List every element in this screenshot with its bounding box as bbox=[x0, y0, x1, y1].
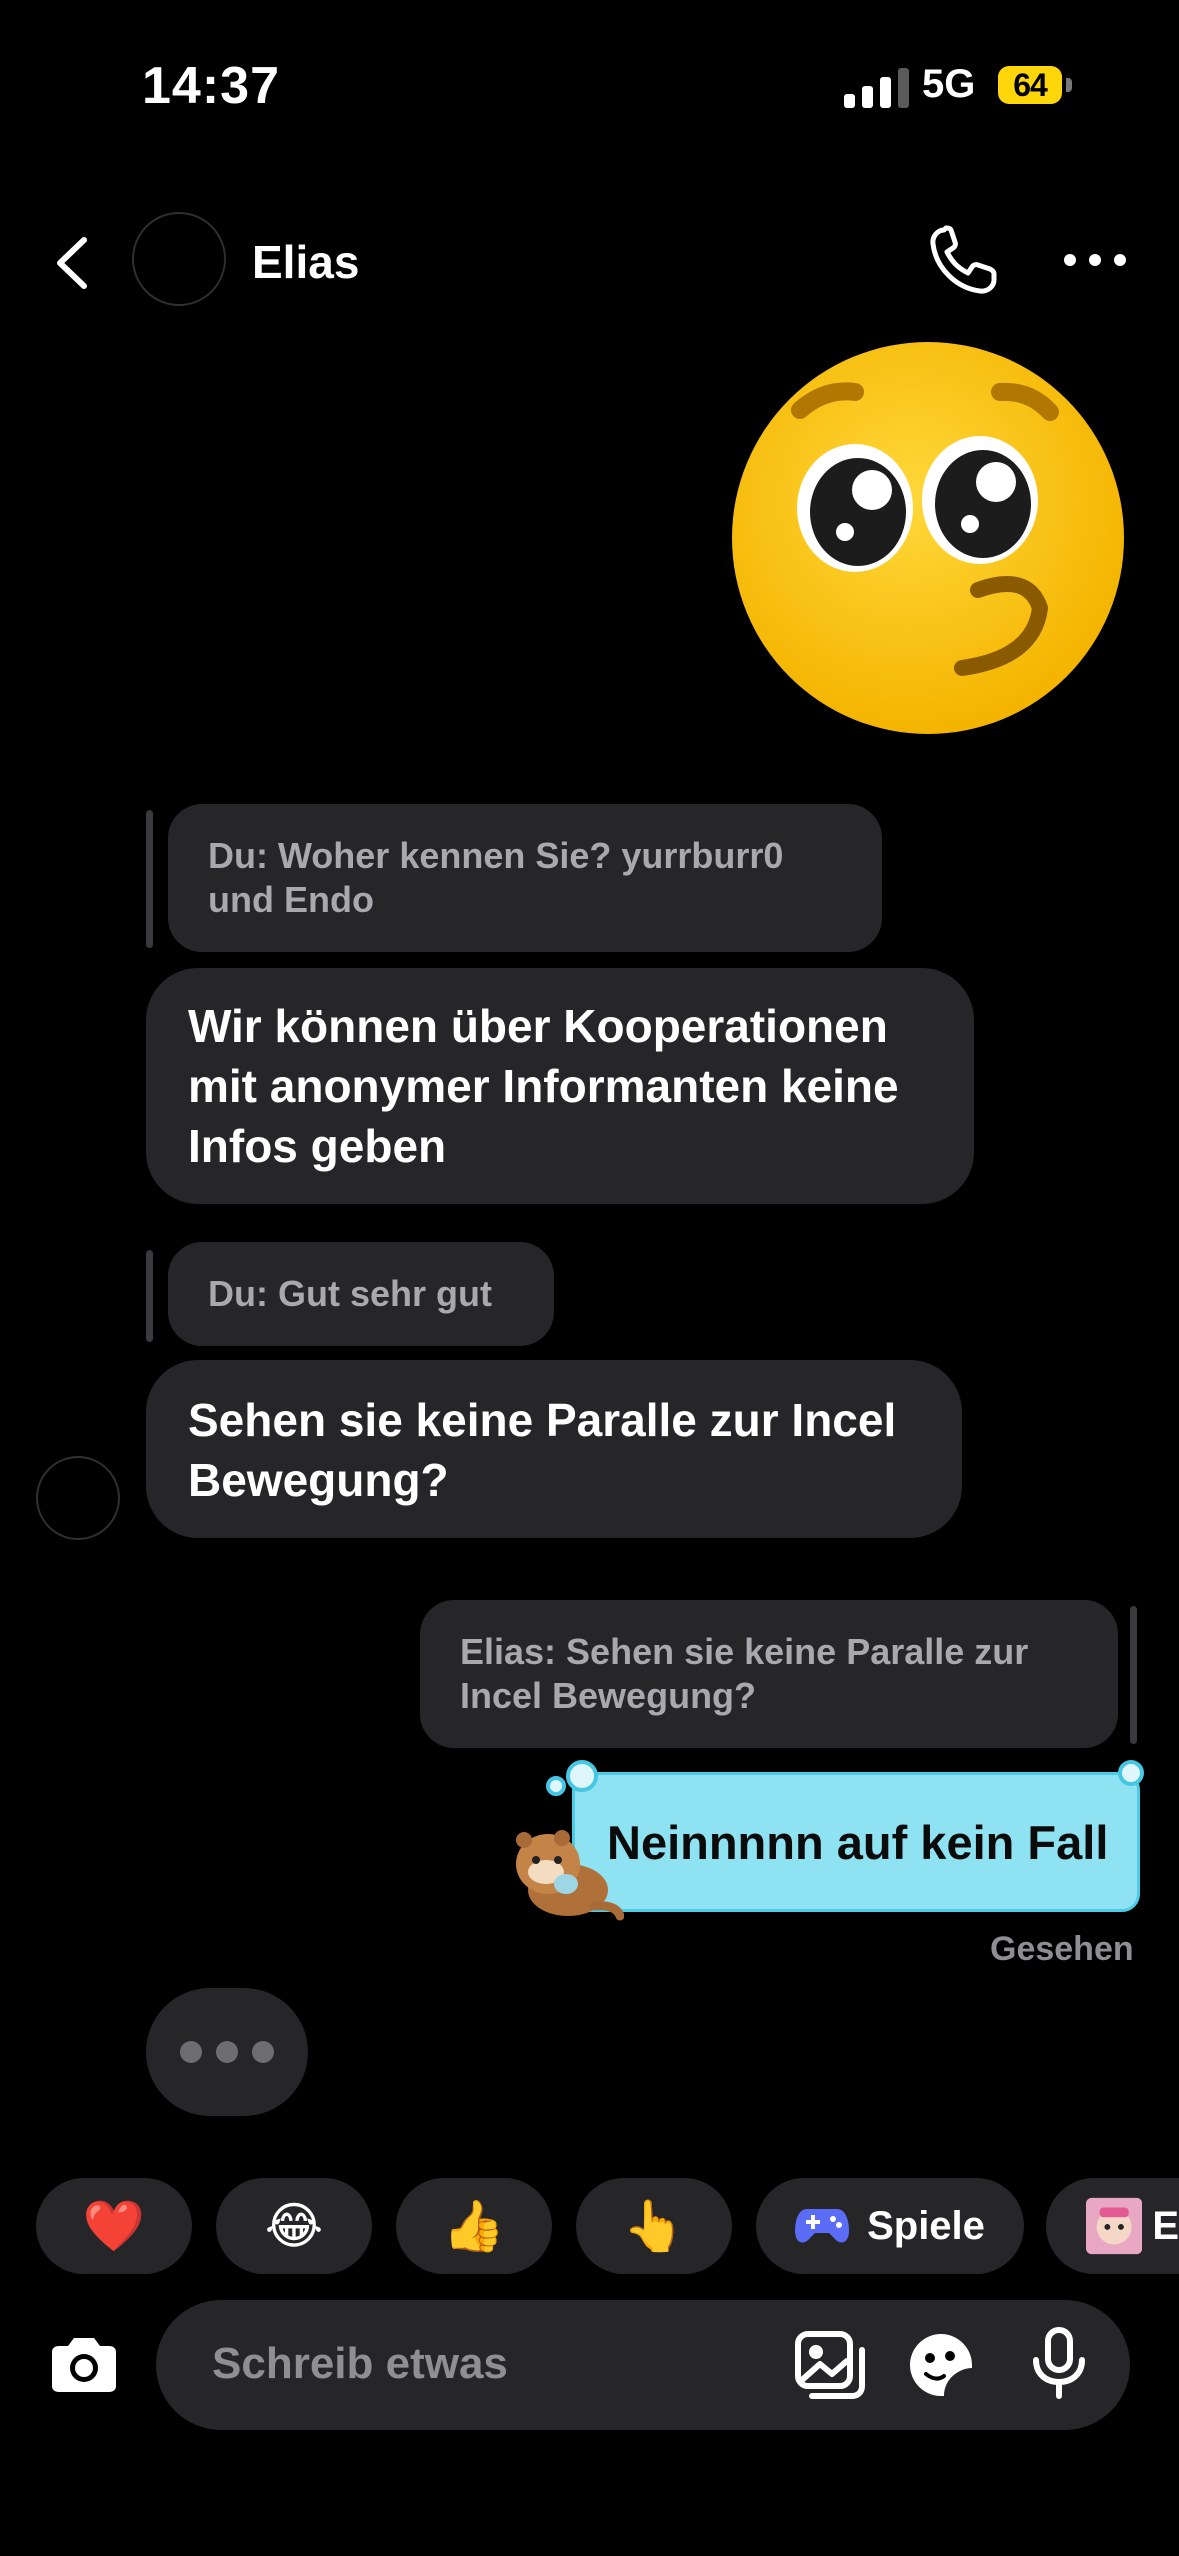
back-arrow-icon[interactable] bbox=[40, 228, 110, 298]
status-time: 14:37 bbox=[142, 57, 280, 115]
incoming-message-bubble[interactable]: Sehen sie keine Paralle zur Incel Bewegu… bbox=[146, 1360, 962, 1538]
outgoing-message-bubble[interactable]: Neinnnnn auf kein Fall bbox=[572, 1772, 1140, 1912]
gamepad-icon bbox=[795, 2209, 850, 2243]
message-line: Bewegung? bbox=[188, 1454, 449, 1506]
games-button[interactable]: Spiele bbox=[756, 2178, 1024, 2274]
quick-reply-heart[interactable]: ❤️ bbox=[36, 2178, 192, 2274]
microphone-icon[interactable] bbox=[1022, 2326, 1096, 2400]
camera-icon[interactable] bbox=[42, 2324, 126, 2408]
reply-quote-line: Du: Woher kennen Sie? yurrburr0 bbox=[208, 835, 784, 876]
quick-reply-pointing-hand[interactable]: 👆 bbox=[576, 2178, 732, 2274]
message-text: Neinnnnn auf kein Fall bbox=[607, 1815, 1109, 1869]
reply-bar bbox=[1130, 1606, 1137, 1744]
message-input-placeholder: Schreib etwas bbox=[212, 2339, 508, 2388]
reply-quote[interactable]: Elias: Sehen sie keine Paralle zur Incel… bbox=[420, 1600, 1118, 1748]
reply-quote-line: Elias: Sehen sie keine Paralle zur bbox=[460, 1631, 1029, 1672]
incoming-message-bubble[interactable]: Wir können über Kooperationen mit anonym… bbox=[146, 968, 974, 1204]
signal-icon bbox=[844, 66, 909, 108]
contact-name[interactable]: Elias bbox=[252, 235, 359, 289]
typing-indicator bbox=[146, 1988, 308, 2116]
contact-avatar[interactable] bbox=[132, 212, 226, 306]
reply-quote-line: Incel Bewegung? bbox=[460, 1675, 757, 1716]
bubble-decoration bbox=[546, 1776, 566, 1796]
bubble-decoration bbox=[566, 1760, 598, 1792]
quick-reply-laughing[interactable]: 😂 bbox=[216, 2178, 372, 2274]
more-options-icon[interactable] bbox=[1060, 248, 1130, 272]
quick-reply-thumbs-up[interactable]: 👍 bbox=[396, 2178, 552, 2274]
network-type: 5G bbox=[922, 62, 976, 106]
seen-status: Gesehen bbox=[990, 1930, 1134, 1968]
message-line: Infos geben bbox=[188, 1120, 447, 1172]
battery-level: 64 bbox=[1013, 66, 1048, 103]
reply-quote-line: und Endo bbox=[208, 879, 374, 920]
sender-avatar[interactable] bbox=[36, 1456, 120, 1540]
reply-bar bbox=[146, 810, 153, 948]
sticker-chip[interactable]: E bbox=[1046, 2178, 1179, 2274]
message-line: Sehen sie keine Paralle zur Incel bbox=[188, 1394, 897, 1446]
battery-icon: 64 bbox=[998, 66, 1062, 104]
sticker-icon[interactable] bbox=[904, 2328, 978, 2402]
sticker-thumbnail-icon bbox=[1086, 2197, 1143, 2255]
reply-bar bbox=[146, 1250, 153, 1342]
gallery-icon[interactable] bbox=[792, 2328, 866, 2402]
phone-call-icon[interactable] bbox=[922, 222, 1002, 302]
reply-quote-line: Du: Gut sehr gut bbox=[208, 1273, 492, 1314]
laughing-emoji-icon: 😂 bbox=[264, 2198, 324, 2254]
bubble-decoration bbox=[1118, 1760, 1144, 1786]
pointing-hand-emoji-icon: 👆 bbox=[622, 2197, 686, 2254]
reply-quote[interactable]: Du: Gut sehr gut bbox=[168, 1242, 554, 1346]
games-label: Spiele bbox=[867, 2203, 985, 2248]
message-line: Wir können über Kooperationen bbox=[188, 1000, 888, 1052]
reply-quote[interactable]: Du: Woher kennen Sie? yurrburr0 und Endo bbox=[168, 804, 882, 952]
otter-sticker-icon bbox=[516, 1830, 624, 1921]
message-line: mit anonymer Informanten keine bbox=[188, 1060, 899, 1112]
heart-emoji-icon: ❤️ bbox=[82, 2197, 146, 2254]
thumbs-up-emoji-icon: 👍 bbox=[442, 2197, 506, 2254]
big-emoji-sticker[interactable] bbox=[730, 340, 1126, 736]
sticker-chip-label: E bbox=[1152, 2203, 1179, 2248]
battery-cap bbox=[1066, 78, 1072, 92]
